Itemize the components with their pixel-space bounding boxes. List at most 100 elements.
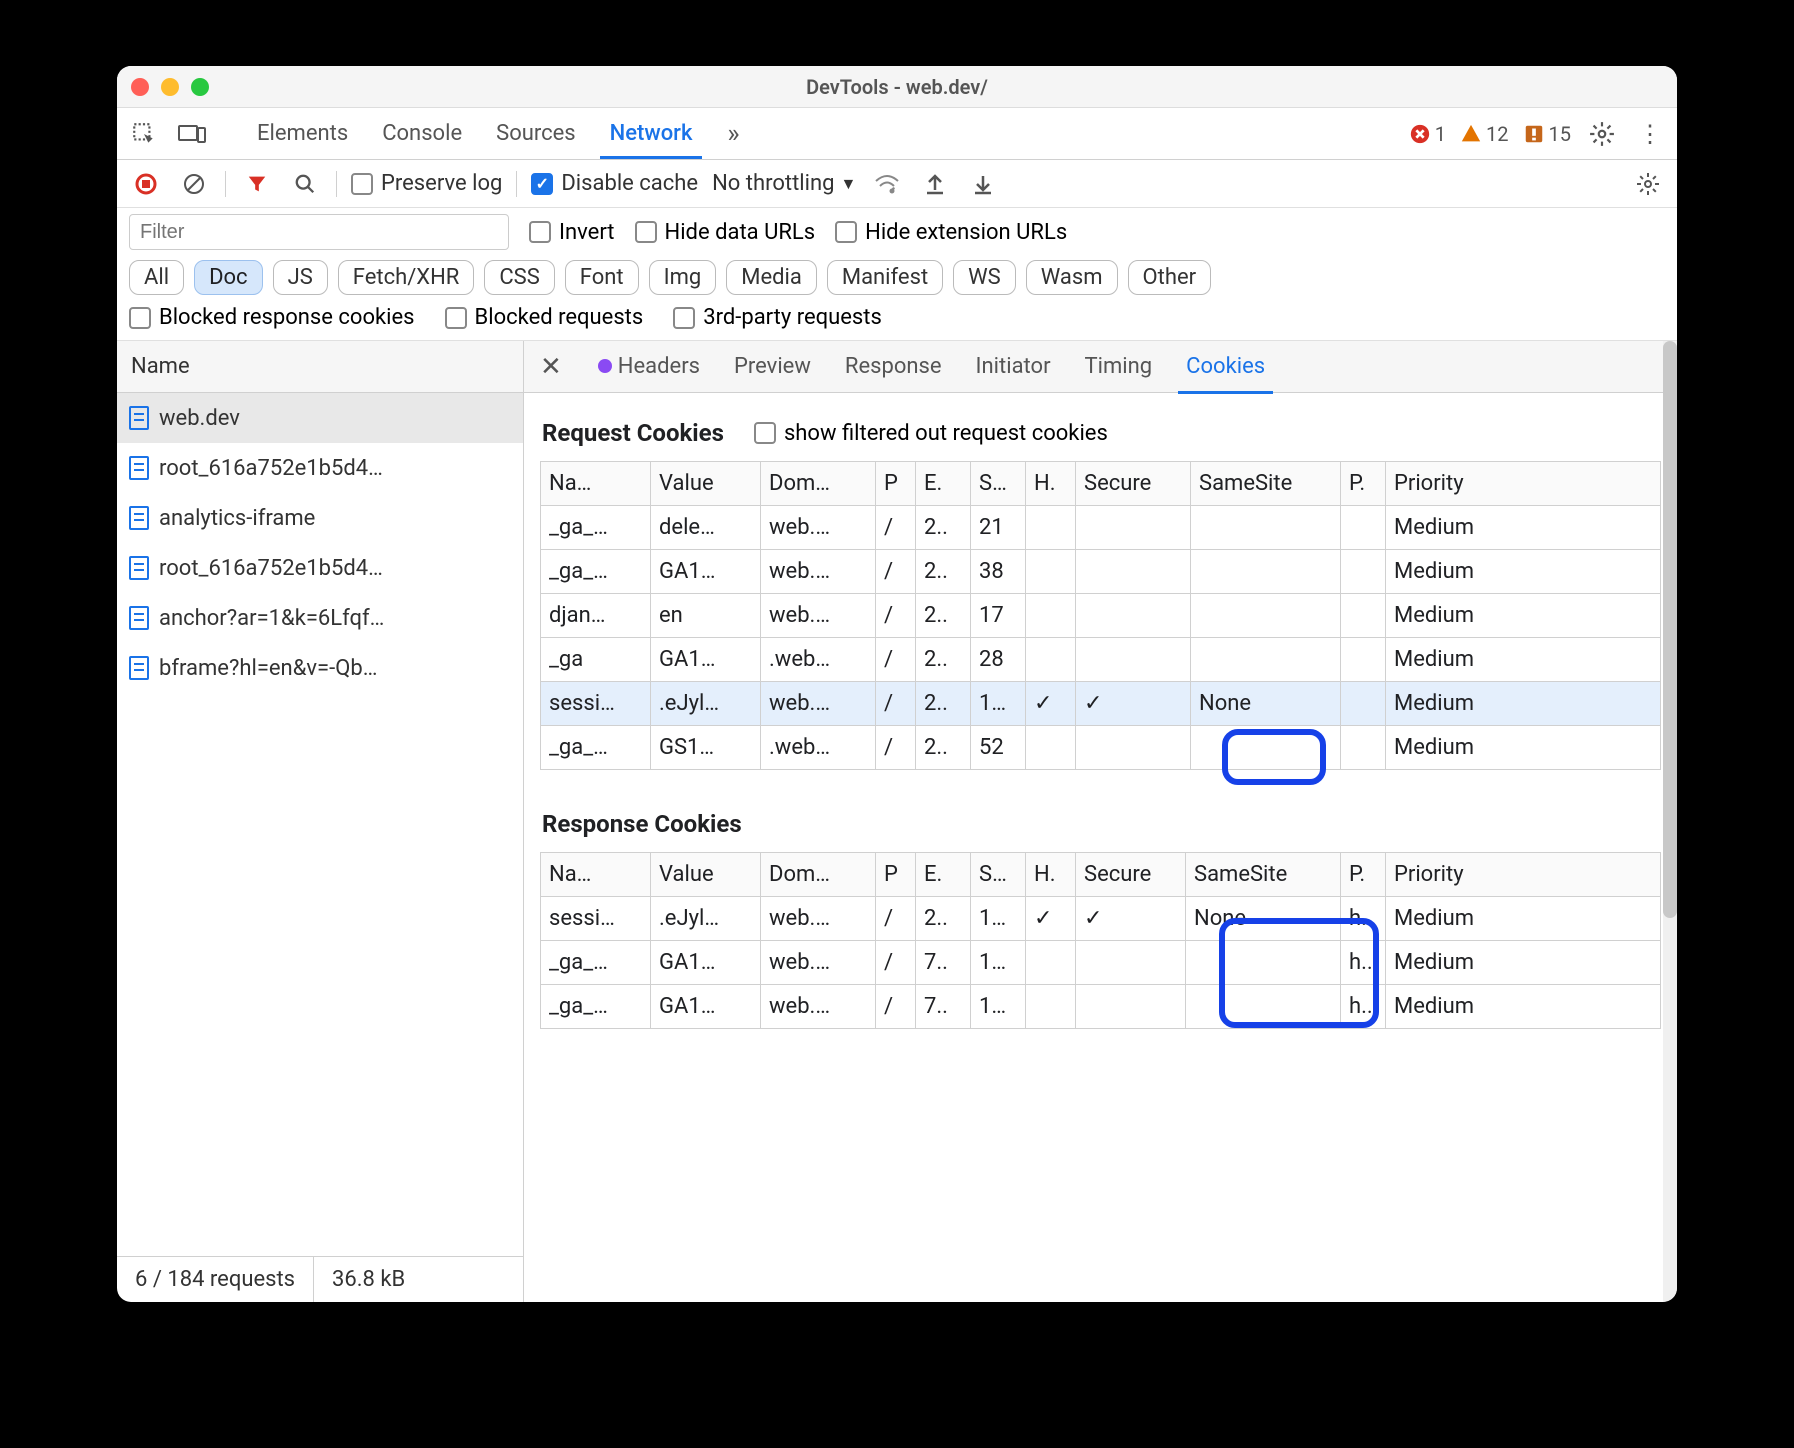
- table-row[interactable]: _ga_…GA1…web.…/2..38Medium: [541, 550, 1661, 594]
- table-header[interactable]: P.: [1341, 462, 1386, 506]
- table-cell: en: [651, 594, 761, 638]
- chip-js[interactable]: JS: [273, 260, 328, 295]
- maximize-window-icon[interactable]: [191, 78, 209, 96]
- table-header[interactable]: S…: [971, 462, 1026, 506]
- table-header[interactable]: Secure: [1076, 462, 1191, 506]
- device-toggle-icon[interactable]: [175, 117, 209, 151]
- detail-tab-cookies[interactable]: Cookies: [1178, 339, 1273, 394]
- detail-tab-preview[interactable]: Preview: [726, 342, 819, 391]
- table-header[interactable]: Value: [651, 853, 761, 897]
- table-header[interactable]: H.: [1026, 853, 1076, 897]
- table-header[interactable]: SameSite: [1191, 462, 1341, 506]
- table-header[interactable]: Dom…: [761, 853, 876, 897]
- detail-tab-timing[interactable]: Timing: [1077, 342, 1161, 391]
- request-row[interactable]: bframe?hl=en&v=-Qb…: [117, 643, 523, 693]
- detail-tab-initiator[interactable]: Initiator: [968, 342, 1059, 391]
- chip-font[interactable]: Font: [565, 260, 639, 295]
- detail-scrollbar[interactable]: [1663, 341, 1677, 1302]
- filter-input[interactable]: [129, 214, 509, 250]
- more-menu-icon[interactable]: ⋮: [1633, 117, 1667, 151]
- chip-media[interactable]: Media: [726, 260, 817, 295]
- table-cell: .web…: [761, 726, 876, 770]
- detail-tab-headers[interactable]: Headers: [590, 342, 708, 391]
- table-row[interactable]: djan…enweb.…/2..17Medium: [541, 594, 1661, 638]
- show-filtered-checkbox[interactable]: show filtered out request cookies: [754, 421, 1108, 446]
- table-row[interactable]: _ga_…GA1…web.…/7..1…h..Medium: [541, 985, 1661, 1029]
- request-row[interactable]: root_616a752e1b5d4…: [117, 443, 523, 493]
- table-row[interactable]: _ga_…GA1…web.…/7..1…h..Medium: [541, 941, 1661, 985]
- search-icon[interactable]: [288, 167, 322, 201]
- chip-img[interactable]: Img: [649, 260, 717, 295]
- download-har-icon[interactable]: [966, 167, 1000, 201]
- table-header[interactable]: S…: [971, 853, 1026, 897]
- upload-har-icon[interactable]: [918, 167, 952, 201]
- tab-elements[interactable]: Elements: [247, 111, 358, 156]
- table-header[interactable]: Dom…: [761, 462, 876, 506]
- table-row[interactable]: sessi….eJyl…web.…/2..1…✓✓NoneMedium: [541, 682, 1661, 726]
- preserve-log-checkbox[interactable]: Preserve log: [351, 171, 502, 196]
- request-row[interactable]: analytics-iframe: [117, 493, 523, 543]
- hide-data-urls-checkbox[interactable]: Hide data URLs: [635, 220, 816, 245]
- record-icon[interactable]: [129, 167, 163, 201]
- table-cell: /: [876, 550, 916, 594]
- chip-other[interactable]: Other: [1128, 260, 1212, 295]
- request-row[interactable]: root_616a752e1b5d4…: [117, 543, 523, 593]
- table-header[interactable]: Value: [651, 462, 761, 506]
- inspect-element-icon[interactable]: [127, 117, 161, 151]
- table-header[interactable]: Secure: [1076, 853, 1186, 897]
- table-cell: /: [876, 985, 916, 1029]
- hide-ext-urls-checkbox[interactable]: Hide extension URLs: [835, 220, 1067, 245]
- table-cell: [1191, 550, 1341, 594]
- error-count[interactable]: 1: [1409, 122, 1446, 146]
- chip-wasm[interactable]: Wasm: [1026, 260, 1118, 295]
- table-row[interactable]: sessi….eJyl…web.…/2..1…✓✓Noneh..Medium: [541, 897, 1661, 941]
- tab-network[interactable]: Network: [600, 108, 703, 159]
- disable-cache-checkbox[interactable]: Disable cache: [531, 171, 698, 196]
- chip-ws[interactable]: WS: [953, 260, 1016, 295]
- network-settings-icon[interactable]: [1631, 167, 1665, 201]
- table-row[interactable]: _gaGA1….web…/2..28Medium: [541, 638, 1661, 682]
- minimize-window-icon[interactable]: [161, 78, 179, 96]
- table-header[interactable]: Na…: [541, 462, 651, 506]
- third-party-requests-checkbox[interactable]: 3rd-party requests: [673, 305, 882, 330]
- table-row[interactable]: _ga_…GS1….web…/2..52Medium: [541, 726, 1661, 770]
- table-header[interactable]: P: [876, 462, 916, 506]
- close-window-icon[interactable]: [131, 78, 149, 96]
- chip-fetchxhr[interactable]: Fetch/XHR: [338, 260, 475, 295]
- warning-count[interactable]: 12: [1460, 122, 1508, 146]
- table-header[interactable]: Priority: [1386, 853, 1661, 897]
- table-header[interactable]: H.: [1026, 462, 1076, 506]
- blocked-response-cookies-checkbox[interactable]: Blocked response cookies: [129, 305, 415, 330]
- table-cell: [1026, 638, 1076, 682]
- filter-icon[interactable]: [240, 167, 274, 201]
- request-row[interactable]: web.dev: [117, 393, 523, 443]
- table-row[interactable]: _ga_…dele…web.…/2..21Medium: [541, 506, 1661, 550]
- request-row[interactable]: anchor?ar=1&k=6Lfqf…: [117, 593, 523, 643]
- table-header[interactable]: P.: [1341, 853, 1386, 897]
- table-header[interactable]: Na…: [541, 853, 651, 897]
- table-cell: ✓: [1026, 682, 1076, 726]
- settings-icon[interactable]: [1585, 117, 1619, 151]
- throttling-select[interactable]: No throttling ▼: [712, 171, 856, 196]
- detail-tab-response[interactable]: Response: [837, 342, 950, 391]
- issue-count[interactable]: 15: [1523, 122, 1571, 146]
- chip-manifest[interactable]: Manifest: [827, 260, 943, 295]
- network-conditions-icon[interactable]: [870, 167, 904, 201]
- sidebar-header-name[interactable]: Name: [117, 341, 523, 393]
- invert-checkbox[interactable]: Invert: [529, 220, 615, 245]
- tabs-overflow-icon[interactable]: »: [716, 117, 750, 151]
- blocked-requests-checkbox[interactable]: Blocked requests: [445, 305, 644, 330]
- tab-sources[interactable]: Sources: [486, 111, 586, 156]
- chip-doc[interactable]: Doc: [194, 260, 263, 295]
- table-header[interactable]: P: [876, 853, 916, 897]
- table-header[interactable]: Priority: [1386, 462, 1661, 506]
- chip-all[interactable]: All: [129, 260, 184, 295]
- clear-icon[interactable]: [177, 167, 211, 201]
- table-header[interactable]: SameSite: [1186, 853, 1341, 897]
- table-header[interactable]: E.: [916, 462, 971, 506]
- chip-css[interactable]: CSS: [484, 260, 554, 295]
- table-header[interactable]: E.: [916, 853, 971, 897]
- tab-console[interactable]: Console: [372, 111, 472, 156]
- table-cell: dele…: [651, 506, 761, 550]
- close-detail-icon[interactable]: ✕: [530, 352, 572, 382]
